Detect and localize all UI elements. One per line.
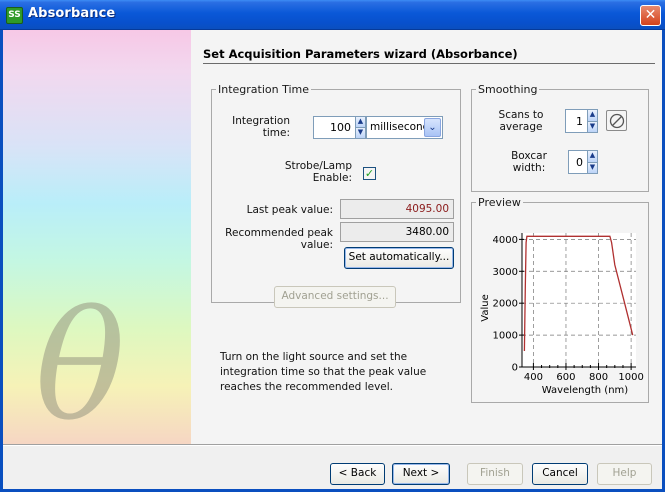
spin-up-icon: ▲ (587, 110, 597, 122)
integration-time-spinner[interactable]: 100 ▲ ▼ (313, 116, 366, 139)
smoothing-group-label: Smoothing (476, 83, 540, 96)
x-tick-label: 1000 (618, 372, 643, 383)
app-icon: SS (6, 7, 23, 24)
hint-text: Turn on the light source and set the int… (220, 351, 427, 393)
y-axis-label: Value (480, 294, 491, 321)
title-bar[interactable]: SS Absorbance ✕ (0, 0, 665, 30)
preview-chart: 0 1000 2000 3000 4000 400 600 800 1000 Wavelength… (480, 233, 644, 396)
spin-down-icon: ▼ (587, 121, 597, 132)
spin-down-icon: ▼ (355, 128, 365, 138)
finish-button[interactable]: Finish (467, 463, 523, 485)
x-tick-label: 600 (556, 372, 575, 383)
y-tick-label: 3000 (493, 267, 518, 278)
plot-area (522, 233, 636, 367)
x-axis-label: Wavelength (nm) (542, 385, 628, 396)
scans-spin-arrows[interactable]: ▲ ▼ (587, 110, 597, 132)
set-automatically-button[interactable]: Set automatically... (344, 247, 454, 269)
y-tick-label: 4000 (493, 235, 518, 246)
chevron-down-icon[interactable]: ⌄ (424, 118, 441, 137)
integration-time-group: Integration Time Integration time: 100 ▲… (211, 83, 461, 303)
footer-divider-highlight (3, 445, 662, 446)
close-button[interactable]: ✕ (640, 5, 661, 26)
time-unit-select[interactable]: milliseconds ⌄ (366, 116, 443, 139)
strobe-lamp-checkbox[interactable]: ✓ (363, 167, 376, 180)
window-title: Absorbance (28, 6, 116, 21)
banner-logo: θ (35, 280, 126, 454)
y-tick-label: 2000 (493, 299, 518, 310)
recommended-peak-label: Recommended peak value: (225, 227, 333, 251)
scans-to-average-value: 1 (576, 115, 583, 128)
boxcar-width-value: 0 (576, 156, 583, 169)
scans-to-average-label: Scans to average (498, 109, 544, 133)
wizard-main-panel: Set Acquisition Parameters wizard (Absor… (191, 30, 662, 444)
advanced-settings-button[interactable]: Advanced settings... (274, 286, 396, 308)
strobe-lamp-label: Strobe/Lamp Enable: (284, 160, 352, 184)
integration-time-spin-arrows[interactable]: ▲ ▼ (355, 117, 365, 138)
cancel-button[interactable]: Cancel (532, 463, 588, 485)
spin-down-icon: ▼ (587, 162, 597, 173)
integration-time-value: 100 (330, 121, 351, 134)
x-tick-label: 400 (524, 372, 543, 383)
reset-smoothing-button[interactable] (606, 110, 627, 131)
no-entry-icon (609, 113, 625, 129)
y-tick-label: 1000 (493, 331, 518, 342)
boxcar-width-spinner[interactable]: 0 ▲ ▼ (568, 150, 598, 174)
last-peak-value: 4095.00 (340, 199, 454, 219)
integration-time-group-label: Integration Time (216, 83, 312, 96)
preview-group: Preview 0 1000 2000 3000 4000 400 600 800 1000 Wa… (471, 196, 649, 403)
side-banner: θ (3, 30, 191, 444)
wizard-window: θ Set Acquisition Parameters wizard (Abs… (0, 30, 665, 492)
integration-time-label: Integration time: (232, 115, 290, 139)
smoothing-group: Smoothing Scans to average 1 ▲ ▼ Boxcar w… (471, 83, 649, 192)
y-tick-label: 0 (512, 363, 518, 374)
spin-up-icon: ▲ (587, 151, 597, 163)
help-button[interactable]: Help (597, 463, 652, 485)
wizard-title: Set Acquisition Parameters wizard (Absor… (203, 47, 518, 61)
title-divider (203, 63, 655, 64)
boxcar-width-label: Boxcar width: (511, 150, 547, 174)
close-icon: ✕ (644, 7, 657, 23)
x-tick-label: 800 (589, 372, 608, 383)
scans-to-average-spinner[interactable]: 1 ▲ ▼ (565, 109, 598, 133)
boxcar-spin-arrows[interactable]: ▲ ▼ (587, 151, 597, 173)
next-button[interactable]: Next > (392, 463, 450, 485)
back-button[interactable]: < Back (330, 463, 385, 485)
last-peak-label: Last peak value: (246, 204, 333, 216)
spin-up-icon: ▲ (355, 117, 365, 128)
recommended-peak-value: 3480.00 (340, 222, 454, 242)
